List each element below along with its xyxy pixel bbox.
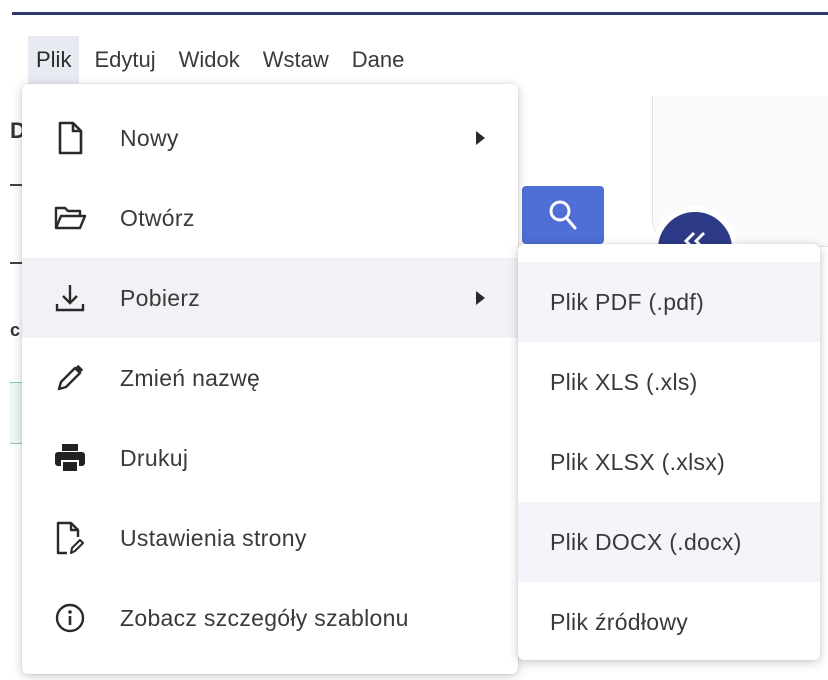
menu-item-label: Ustawienia strony	[120, 524, 307, 551]
menu-item-pobierz[interactable]: Pobierz	[22, 258, 518, 338]
submenu-arrow-icon	[476, 131, 485, 145]
page-settings-icon	[50, 518, 90, 558]
submenu-item-xlsx[interactable]: Plik XLSX (.xlsx)	[518, 422, 820, 502]
menubar-item-label: Widok	[178, 47, 240, 72]
search-button[interactable]	[522, 186, 604, 244]
menubar-item-edytuj[interactable]: Edytuj	[86, 36, 163, 84]
menubar-item-widok[interactable]: Widok	[171, 36, 248, 84]
menubar-item-label: Wstaw	[262, 47, 329, 72]
menu-item-drukuj[interactable]: Drukuj	[22, 418, 518, 498]
menu-item-szczegoly-szablonu[interactable]: Zobacz szczegóły szablonu	[22, 578, 518, 658]
menubar-item-label: Dane	[351, 47, 405, 72]
submenu-item-source[interactable]: Plik źródłowy	[518, 582, 820, 662]
submenu-arrow-icon	[476, 291, 485, 305]
submenu-item-pdf[interactable]: Plik PDF (.pdf)	[518, 262, 820, 342]
submenu-item-xls[interactable]: Plik XLS (.xls)	[518, 342, 820, 422]
menu-item-ustawienia-strony[interactable]: Ustawienia strony	[22, 498, 518, 578]
menubar-item-plik[interactable]: Plik	[28, 36, 80, 84]
menubar-item-label: Plik	[36, 47, 72, 72]
download-icon	[50, 278, 90, 318]
menubar-item-dane[interactable]: Dane	[344, 36, 413, 84]
menubar-item-label: Edytuj	[94, 47, 156, 72]
submenu-item-docx[interactable]: Plik DOCX (.docx)	[518, 502, 820, 582]
menubar: Plik Edytuj Widok Wstaw Dane	[28, 36, 419, 84]
folder-open-icon	[50, 198, 90, 238]
file-icon	[50, 118, 90, 158]
pencil-icon	[50, 358, 90, 398]
menu-item-label: Pobierz	[120, 284, 201, 311]
background-text-c: c	[10, 320, 21, 340]
menu-item-nowy[interactable]: Nowy	[22, 98, 518, 178]
menu-item-zmien-nazwe[interactable]: Zmień nazwę	[22, 338, 518, 418]
printer-icon	[50, 438, 90, 478]
menu-item-label: Zobacz szczegóły szablonu	[120, 604, 409, 631]
search-icon	[549, 200, 577, 230]
menu-item-label: Otwórz	[120, 204, 195, 231]
menu-item-otworz[interactable]: Otwórz	[22, 178, 518, 258]
menu-item-label: Nowy	[120, 124, 179, 151]
download-submenu: Plik PDF (.pdf) Plik XLS (.xls) Plik XLS…	[518, 244, 820, 660]
file-menu: Nowy Otwórz Pobierz Zmień nazwę Drukuj U…	[22, 84, 518, 674]
menu-item-label: Zmień nazwę	[120, 364, 261, 391]
info-icon	[50, 598, 90, 638]
top-border	[12, 12, 828, 15]
menubar-item-wstaw[interactable]: Wstaw	[255, 36, 337, 84]
menu-item-label: Drukuj	[120, 444, 189, 471]
